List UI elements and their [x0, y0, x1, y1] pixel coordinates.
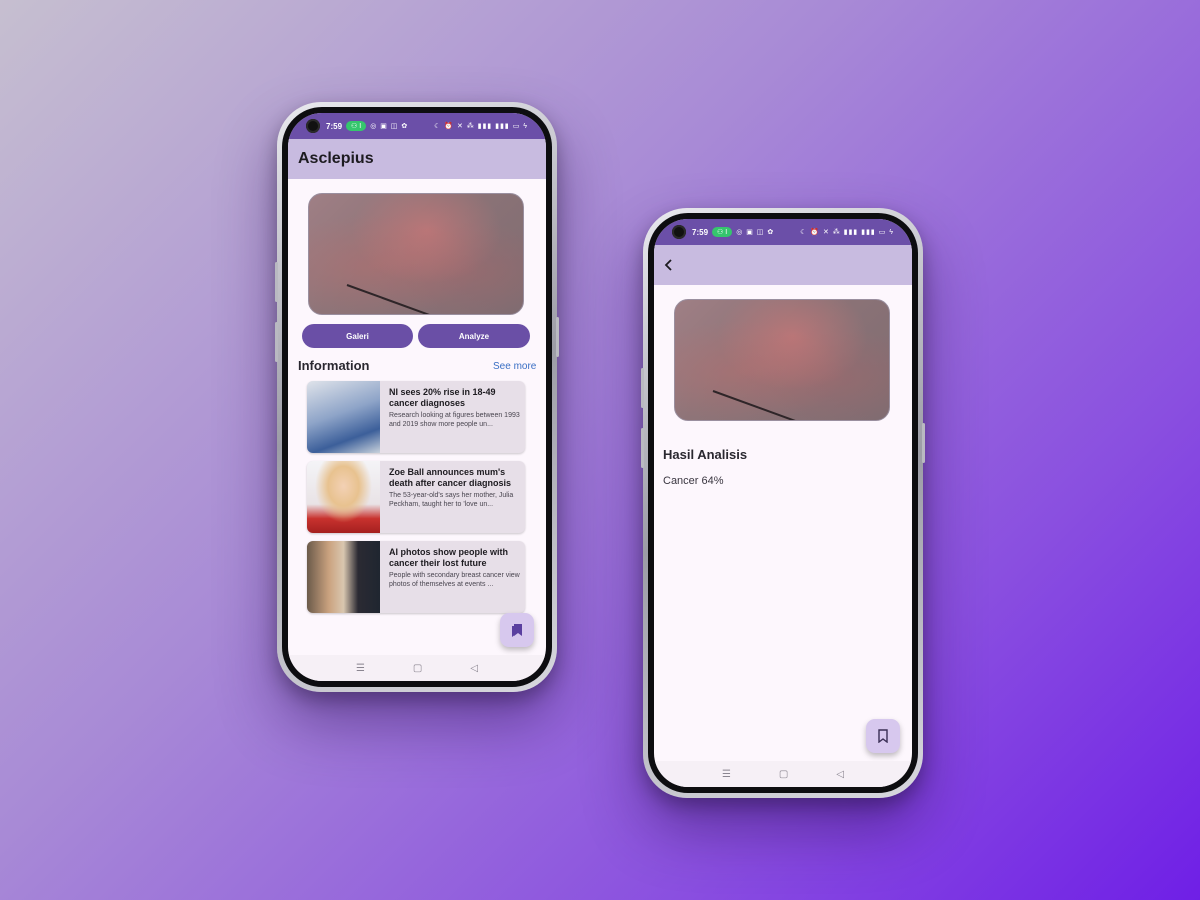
home-screen: 7:59 ⚇ I ◎ ▣ ◫ ✿ ☾ ⏰ ✕ ⁂ ▮▮▮ ▮▮▮ ▭ ϟ Asc…	[288, 113, 546, 681]
news-thumbnail	[307, 541, 380, 613]
information-title: Information	[298, 358, 370, 373]
result-title: Hasil Analisis	[663, 447, 748, 462]
back-nav-button[interactable]: ◁	[836, 769, 844, 780]
result-screen: 7:59 ⚇ I ◎ ▣ ◫ ✿ ☾ ⏰ ✕ ⁂ ▮▮▮ ▮▮▮ ▭ ϟ Has…	[654, 219, 912, 787]
back-nav-button[interactable]: ◁	[470, 663, 478, 674]
news-description: People with secondary breast cancer view…	[389, 572, 520, 588]
news-title: Zoe Ball announces mum's death after can…	[389, 467, 512, 488]
skin-image	[674, 299, 890, 421]
app-bar	[654, 245, 912, 285]
news-thumbnail	[307, 461, 380, 533]
news-title: NI sees 20% rise in 18-49 cancer diagnos…	[389, 387, 496, 408]
camera-cutout	[306, 119, 320, 133]
phone-side-button	[275, 322, 278, 362]
result-value: Cancer 64%	[663, 475, 724, 487]
status-bar: 7:59 ⚇ I ◎ ▣ ◫ ✿ ☾ ⏰ ✕ ⁂ ▮▮▮ ▮▮▮ ▭ ϟ	[288, 113, 546, 139]
phone-bezel: 7:59 ⚇ I ◎ ▣ ◫ ✿ ☾ ⏰ ✕ ⁂ ▮▮▮ ▮▮▮ ▭ ϟ Has…	[648, 213, 918, 793]
app-bar: Asclepius	[288, 139, 546, 179]
bookmarks-fab[interactable]	[500, 613, 534, 647]
system-icons: ☾ ⏰ ✕ ⁂ ▮▮▮ ▮▮▮ ▭ ϟ	[434, 123, 528, 130]
system-nav-bar: ☰ ▢ ◁	[288, 655, 546, 681]
recent-apps-button[interactable]: ☰	[356, 663, 365, 674]
news-thumbnail	[307, 381, 380, 453]
news-description: Research looking at figures between 1993…	[389, 412, 520, 428]
bookmark-fab[interactable]	[866, 719, 900, 753]
phone-bezel: 7:59 ⚇ I ◎ ▣ ◫ ✿ ☾ ⏰ ✕ ⁂ ▮▮▮ ▮▮▮ ▭ ϟ Asc…	[282, 107, 552, 687]
status-time: 7:59	[692, 227, 709, 237]
news-card[interactable]: Zoe Ball announces mum's death after can…	[307, 461, 525, 533]
news-card[interactable]: NI sees 20% rise in 18-49 cancer diagnos…	[307, 381, 525, 453]
phone-side-button	[641, 368, 644, 408]
home-button[interactable]: ▢	[413, 663, 422, 674]
phone-side-button	[922, 423, 925, 463]
phone-home: 7:59 ⚇ I ◎ ▣ ◫ ✿ ☾ ⏰ ✕ ⁂ ▮▮▮ ▮▮▮ ▭ ϟ Asc…	[275, 102, 559, 692]
status-bar: 7:59 ⚇ I ◎ ▣ ◫ ✿ ☾ ⏰ ✕ ⁂ ▮▮▮ ▮▮▮ ▭ ϟ	[654, 219, 912, 245]
phone-result: 7:59 ⚇ I ◎ ▣ ◫ ✿ ☾ ⏰ ✕ ⁂ ▮▮▮ ▮▮▮ ▭ ϟ Has…	[641, 208, 925, 798]
phone-side-button	[641, 428, 644, 468]
system-icons: ☾ ⏰ ✕ ⁂ ▮▮▮ ▮▮▮ ▭ ϟ	[800, 229, 894, 236]
news-description: The 53-year-old's says her mother, Julia…	[389, 492, 514, 508]
back-arrow-icon[interactable]	[662, 258, 676, 272]
phone-side-button	[556, 317, 559, 357]
call-pill: ⚇ I	[346, 121, 367, 131]
notification-icons: ◎ ▣ ◫ ✿	[736, 229, 775, 236]
bookmark-outline-icon	[878, 729, 888, 743]
bookmarks-icon	[512, 624, 522, 637]
recent-apps-button[interactable]: ☰	[722, 769, 731, 780]
analyze-button[interactable]: Analyze	[418, 324, 530, 348]
home-button[interactable]: ▢	[779, 769, 788, 780]
system-nav-bar: ☰ ▢ ◁	[654, 761, 912, 787]
news-title: AI photos show people with cancer their …	[389, 547, 508, 568]
ruler-mark	[712, 390, 798, 420]
news-card[interactable]: AI photos show people with cancer their …	[307, 541, 525, 613]
see-more-link[interactable]: See more	[493, 361, 536, 372]
gallery-button[interactable]: Galeri	[302, 324, 413, 348]
call-pill: ⚇ I	[712, 227, 733, 237]
camera-cutout	[672, 225, 686, 239]
ruler-mark	[346, 284, 432, 314]
status-time: 7:59	[326, 121, 343, 131]
phone-side-button	[275, 262, 278, 302]
skin-image	[308, 193, 524, 315]
notification-icons: ◎ ▣ ◫ ✿	[370, 123, 409, 130]
app-title: Asclepius	[298, 150, 374, 167]
